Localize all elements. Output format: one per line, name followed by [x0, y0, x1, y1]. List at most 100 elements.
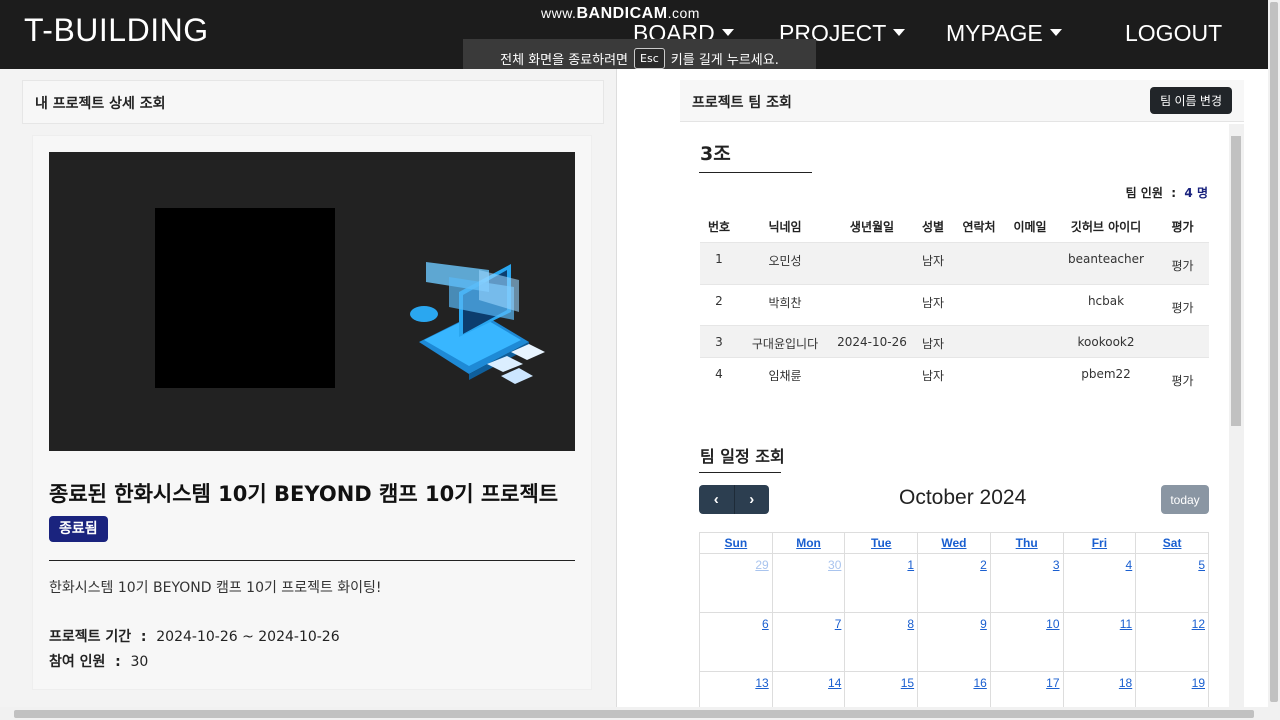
col-header: 깃허브 아이디 — [1070, 220, 1142, 235]
calendar-day[interactable]: 1 — [844, 553, 919, 613]
members-value: 30 — [130, 654, 149, 670]
col-header: 연락처 — [962, 220, 996, 235]
chevron-left-icon[interactable]: ‹ — [699, 485, 734, 514]
page-vertical-scroll-thumb[interactable] — [1270, 2, 1278, 702]
chevron-right-icon[interactable]: › — [733, 485, 770, 514]
today-button[interactable]: today — [1161, 485, 1209, 514]
cell-email — [1004, 356, 1056, 397]
team-members-table: 번호 닉네임 생년월일 성별 연락처 이메일 깃허브 아이디 평가 1 오민성 … — [700, 212, 1209, 397]
cell-gender: 남자 — [912, 356, 954, 397]
cell-birth — [832, 241, 912, 284]
nav-mypage[interactable]: MYPAGE — [946, 20, 1062, 47]
page-horizontal-scroll-thumb[interactable] — [14, 710, 1254, 718]
calendar-weekday-row: Sun Mon Tue Wed Thu Fri Sat — [699, 532, 1209, 554]
weekday-sat[interactable]: Sat — [1135, 532, 1209, 554]
day-number[interactable]: 8 — [907, 617, 914, 631]
fullscreen-text-before: 전체 화면을 종료하려면 — [500, 53, 629, 68]
table-row: 4 임채륜 남자 pbem22 평가 — [700, 356, 1209, 397]
calendar-day[interactable]: 4 — [1062, 553, 1137, 613]
day-number[interactable]: 4 — [1126, 558, 1133, 572]
calendar-week-row: 29 30 1 2 3 4 5 — [699, 553, 1209, 613]
day-number[interactable]: 16 — [973, 676, 986, 690]
calendar-day[interactable]: 9 — [917, 612, 991, 672]
weekday-mon[interactable]: Mon — [771, 532, 846, 554]
team-panel-scrollbar[interactable] — [1229, 124, 1244, 709]
rename-team-button[interactable]: 팀 이름 변경 — [1150, 87, 1232, 114]
esc-key-hint: Esc — [634, 48, 665, 69]
caret-down-icon — [1049, 29, 1062, 37]
day-number[interactable]: 10 — [1046, 617, 1059, 631]
day-number[interactable]: 17 — [1046, 676, 1059, 690]
calendar-day[interactable]: 30 — [771, 553, 846, 613]
cell-nickname: 오민성 — [738, 241, 832, 284]
nav-logout[interactable]: LOGOUT — [1125, 20, 1222, 47]
cell-email — [1004, 324, 1056, 357]
team-panel-scroll-thumb[interactable] — [1231, 136, 1241, 426]
day-number[interactable]: 9 — [980, 617, 987, 631]
cell-no: 1 — [700, 241, 738, 284]
day-number[interactable]: 5 — [1198, 558, 1205, 572]
watermark-brand: BANDICAM — [576, 5, 668, 22]
day-number[interactable]: 12 — [1192, 617, 1205, 631]
watermark-prefix: www. — [541, 5, 577, 21]
member-count-value: 4 명 — [1184, 186, 1208, 200]
title-divider — [49, 560, 575, 561]
table-header-row: 번호 닉네임 생년월일 성별 연락처 이메일 깃허브 아이디 평가 — [700, 212, 1209, 242]
day-number[interactable]: 14 — [828, 676, 841, 690]
calendar-day[interactable]: 2 — [917, 553, 991, 613]
cell-gender: 남자 — [912, 283, 954, 325]
project-period: 프로젝트 기간 : 2024-10-26 ~ 2024-10-26 — [49, 629, 340, 645]
day-number[interactable]: 6 — [762, 617, 769, 631]
weekday-wed[interactable]: Wed — [917, 532, 991, 554]
cell-email — [1004, 283, 1056, 325]
day-number[interactable]: 7 — [835, 617, 842, 631]
day-number[interactable]: 19 — [1192, 676, 1205, 690]
team-name-divider — [699, 172, 812, 173]
calendar-day[interactable]: 7 — [771, 612, 846, 672]
page-vertical-scrollbar[interactable] — [1268, 0, 1280, 720]
page-horizontal-scrollbar[interactable] — [0, 707, 1268, 720]
calendar-day[interactable]: 3 — [989, 553, 1064, 613]
day-number[interactable]: 13 — [755, 676, 768, 690]
project-image — [49, 152, 575, 451]
cell-phone — [954, 241, 1004, 284]
day-number[interactable]: 15 — [901, 676, 914, 690]
calendar-day[interactable]: 11 — [1062, 612, 1137, 672]
evaluate-link[interactable] — [1156, 324, 1209, 357]
evaluate-link[interactable]: 평가 — [1156, 241, 1209, 284]
watermark-suffix: .com — [667, 5, 700, 21]
day-number[interactable]: 2 — [980, 558, 987, 572]
schedule-divider — [699, 472, 781, 473]
calendar-day[interactable]: 29 — [699, 553, 773, 613]
day-number[interactable]: 1 — [907, 558, 914, 572]
evaluate-link[interactable]: 평가 — [1156, 283, 1209, 325]
calendar-day[interactable]: 5 — [1135, 553, 1209, 613]
day-number[interactable]: 18 — [1119, 676, 1132, 690]
calendar-day[interactable]: 8 — [844, 612, 919, 672]
cell-gender: 남자 — [912, 324, 954, 357]
col-header: 평가 — [1171, 220, 1194, 235]
project-detail-header: 내 프로젝트 상세 조회 — [22, 80, 604, 124]
col-header: 성별 — [921, 220, 945, 235]
calendar-day[interactable]: 10 — [989, 612, 1064, 672]
team-header: 프로젝트 팀 조회 팀 이름 변경 — [680, 80, 1244, 122]
project-description: 한화시스템 10기 BEYOND 캠프 10기 프로젝트 화이팅! — [49, 580, 382, 596]
evaluate-link[interactable]: 평가 — [1156, 356, 1209, 397]
brand-logo[interactable]: T-BUILDING — [24, 12, 209, 49]
day-number[interactable]: 11 — [1120, 617, 1132, 631]
weekday-tue[interactable]: Tue — [844, 532, 919, 554]
table-row: 1 오민성 남자 beanteacher 평가 — [700, 241, 1209, 284]
cell-github: hcbak — [1056, 283, 1156, 325]
col-header: 번호 — [707, 220, 731, 235]
weekday-sun[interactable]: Sun — [699, 532, 773, 554]
day-number[interactable]: 3 — [1053, 558, 1060, 572]
cell-no: 3 — [700, 324, 738, 357]
day-number[interactable]: 29 — [755, 558, 768, 572]
day-number[interactable]: 30 — [828, 558, 841, 572]
weekday-thu[interactable]: Thu — [989, 532, 1064, 554]
calendar-day[interactable]: 12 — [1135, 612, 1209, 672]
weekday-fri[interactable]: Fri — [1062, 532, 1137, 554]
calendar-day[interactable]: 6 — [699, 612, 773, 672]
cell-github: beanteacher — [1056, 241, 1156, 284]
cell-no: 2 — [700, 283, 738, 325]
